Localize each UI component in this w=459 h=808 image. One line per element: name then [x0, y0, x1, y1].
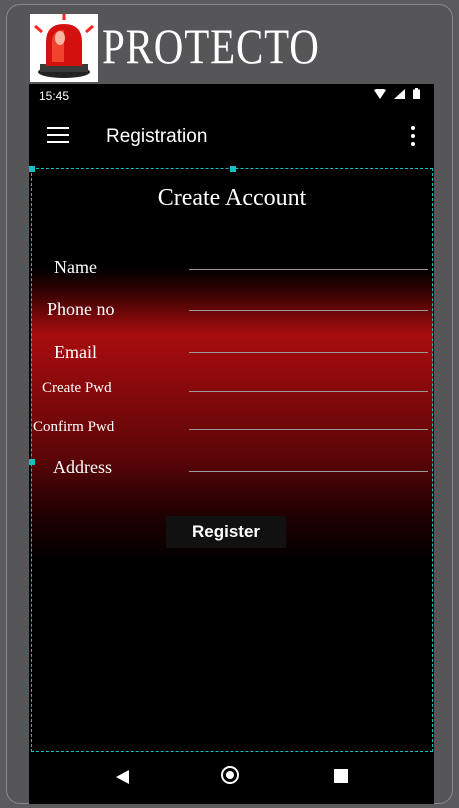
- confirm-password-label: Confirm Pwd: [33, 419, 115, 435]
- back-icon[interactable]: [116, 770, 129, 784]
- email-label: Email: [54, 342, 97, 362]
- confirm-password-field[interactable]: [189, 429, 428, 430]
- selection-handle: [230, 166, 236, 172]
- selection-handle: [29, 166, 35, 172]
- wifi-icon: [374, 88, 386, 99]
- status-time: 15:45: [39, 89, 70, 103]
- address-field[interactable]: [189, 471, 428, 472]
- phone-label: Phone no: [47, 299, 115, 319]
- phone-field[interactable]: [189, 310, 428, 311]
- home-icon[interactable]: [221, 766, 239, 784]
- brand-title: PROTECTO: [102, 18, 320, 74]
- email-field[interactable]: [189, 352, 428, 353]
- form-title: Create Account: [157, 185, 307, 211]
- recents-icon[interactable]: [334, 769, 348, 783]
- phone-screen: 15:45 Registration Create Account Name P…: [29, 84, 434, 804]
- create-password-label: Create Pwd: [42, 380, 112, 396]
- selection-handle: [29, 459, 35, 465]
- address-label: Address: [53, 457, 112, 477]
- menu-icon[interactable]: [47, 127, 69, 143]
- app-bar: Registration: [29, 106, 434, 166]
- create-password-field[interactable]: [189, 391, 428, 392]
- name-label: Name: [54, 257, 97, 277]
- siren-icon: [30, 14, 98, 82]
- register-button[interactable]: Register: [166, 516, 286, 548]
- registration-form: Create Account Name Phone no Email Creat…: [29, 166, 433, 752]
- app-bar-title: Registration: [106, 126, 208, 147]
- signal-icon: [394, 88, 405, 99]
- battery-icon: [413, 88, 420, 99]
- name-field[interactable]: [189, 269, 428, 270]
- more-vert-icon[interactable]: [410, 126, 416, 146]
- status-icons: [374, 88, 420, 99]
- brand-header: PROTECTO: [30, 14, 330, 82]
- status-bar: 15:45: [29, 84, 434, 106]
- system-nav-bar: [29, 752, 434, 804]
